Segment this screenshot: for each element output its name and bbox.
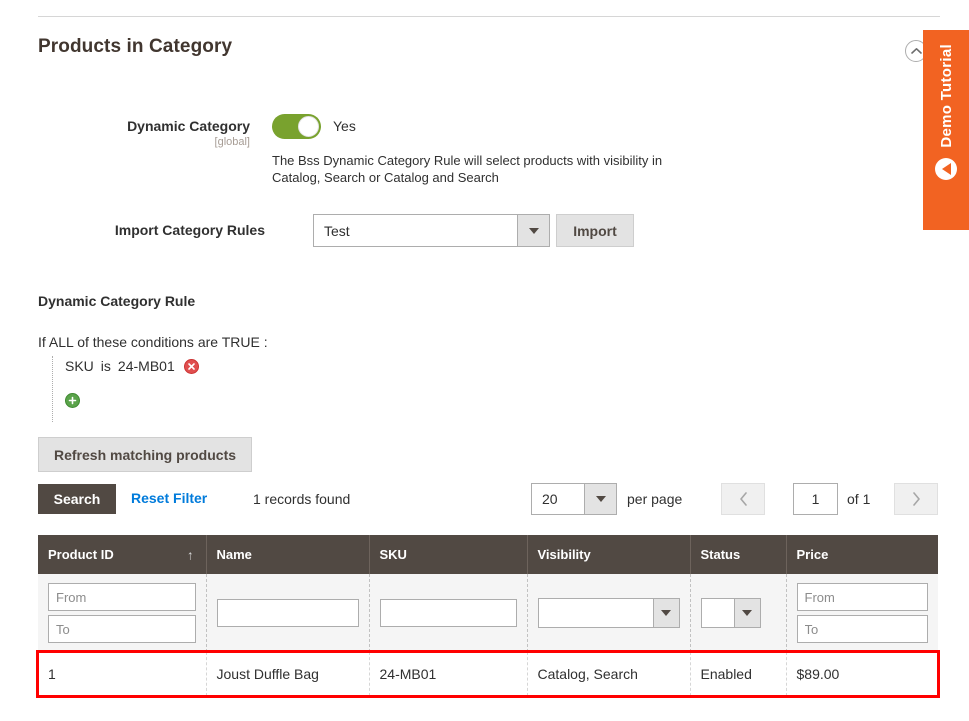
next-page-button[interactable]	[894, 483, 938, 515]
condition-value[interactable]: 24-MB01	[118, 356, 175, 376]
filter-product-id-to[interactable]	[48, 615, 196, 643]
chevron-down-icon	[517, 215, 549, 246]
reset-filter-link[interactable]: Reset Filter	[131, 490, 207, 506]
total-pages-label: of 1	[847, 491, 871, 507]
arrow-up-icon: ↑	[187, 547, 194, 562]
chevron-left-icon	[739, 492, 747, 506]
filter-cell-visibility	[527, 574, 691, 652]
page-title: Products in Category	[38, 36, 233, 57]
filter-product-id-from[interactable]	[48, 583, 196, 611]
column-label: Visibility	[537, 547, 591, 562]
cell-status: Enabled	[690, 652, 787, 696]
import-category-rules-value: Test	[324, 222, 350, 239]
column-header-status[interactable]: Status	[690, 535, 787, 574]
import-button[interactable]: Import	[556, 214, 634, 247]
column-header-product-id[interactable]: Product ID ↑	[38, 535, 207, 574]
cell-price: $89.00	[786, 652, 938, 696]
records-found-text: 1 records found	[253, 491, 351, 507]
column-header-visibility[interactable]: Visibility	[527, 535, 691, 574]
filter-visibility-value	[539, 599, 653, 627]
toggle-knob	[298, 116, 319, 137]
grid-filter-row	[38, 574, 938, 652]
demo-tutorial-label: Demo Tutorial	[937, 44, 955, 148]
chevron-right-icon	[912, 492, 920, 506]
filter-visibility-select[interactable]	[537, 598, 680, 628]
condition-row: SKU is 24-MB01	[65, 356, 199, 376]
grid-header-row: Product ID ↑ Name SKU Visibility Status …	[38, 535, 938, 574]
filter-cell-status	[690, 574, 787, 652]
column-label: Product ID	[48, 547, 114, 562]
filter-cell-name	[206, 574, 370, 652]
per-page-select[interactable]: 20	[531, 483, 617, 515]
add-circle-icon[interactable]	[65, 393, 80, 408]
triangle-left-icon	[935, 157, 957, 180]
filter-cell-price	[786, 574, 938, 652]
dynamic-category-label: Dynamic Category	[127, 118, 250, 134]
filter-price-to[interactable]	[796, 615, 928, 643]
dynamic-category-help-text: The Bss Dynamic Category Rule will selec…	[272, 153, 663, 185]
cell-name: Joust Duffle Bag	[206, 652, 370, 696]
filter-price-from[interactable]	[796, 583, 928, 611]
previous-page-button[interactable]	[721, 483, 765, 515]
filter-status-select[interactable]	[700, 598, 761, 628]
table-row[interactable]: 1 Joust Duffle Bag 24-MB01 Catalog, Sear…	[36, 650, 940, 698]
column-label: Price	[796, 547, 829, 562]
filter-cell-product-id	[38, 574, 207, 652]
chevron-down-icon	[733, 599, 760, 627]
remove-circle-icon[interactable]	[183, 358, 199, 374]
search-button[interactable]: Search	[38, 484, 116, 514]
column-label: SKU	[379, 547, 407, 562]
dynamic-category-scope: [global]	[214, 136, 250, 148]
cell-product-id: 1	[38, 652, 207, 696]
dynamic-category-toggle-value: Yes	[333, 118, 356, 134]
top-divider	[38, 16, 940, 17]
column-header-price[interactable]: Price	[786, 535, 938, 574]
cell-sku: 24-MB01	[369, 652, 528, 696]
intro-all[interactable]: ALL	[49, 334, 73, 350]
intro-colon: :	[263, 334, 268, 350]
dynamic-category-rule-title: Dynamic Category Rule	[38, 293, 196, 309]
refresh-matching-products-button[interactable]: Refresh matching products	[38, 437, 252, 472]
import-category-rules-label: Import Category Rules	[114, 222, 265, 238]
cell-visibility: Catalog, Search	[527, 652, 691, 696]
chevron-down-icon	[652, 599, 679, 627]
intro-if: If	[38, 334, 46, 350]
dynamic-category-toggle[interactable]	[272, 114, 321, 139]
column-label: Name	[216, 547, 252, 562]
condition-operator[interactable]: is	[101, 356, 111, 376]
per-page-value: 20	[542, 491, 558, 507]
filter-name-input[interactable]	[216, 599, 359, 627]
column-label: Status	[700, 547, 741, 562]
per-page-label: per page	[627, 491, 683, 507]
filter-sku-input[interactable]	[379, 599, 517, 627]
filter-cell-sku	[369, 574, 528, 652]
conditions-tree: SKU is 24-MB01	[52, 356, 199, 422]
column-header-name[interactable]: Name	[206, 535, 370, 574]
condition-attribute[interactable]: SKU	[65, 356, 94, 376]
intro-middle: of these conditions are	[77, 334, 219, 350]
column-header-sku[interactable]: SKU	[369, 535, 528, 574]
page-number-input[interactable]	[793, 483, 838, 515]
intro-true[interactable]: TRUE	[222, 334, 260, 350]
products-in-category-page: Products in Category Demo Tutorial Dynam…	[0, 0, 969, 721]
chevron-down-icon	[584, 484, 616, 514]
products-grid: Product ID ↑ Name SKU Visibility Status …	[36, 535, 940, 698]
filter-status-value	[702, 599, 734, 627]
demo-tutorial-tab[interactable]: Demo Tutorial	[923, 30, 969, 230]
import-category-rules-select[interactable]: Test	[313, 214, 550, 247]
conditions-intro: If ALL of these conditions are TRUE :	[38, 334, 268, 350]
